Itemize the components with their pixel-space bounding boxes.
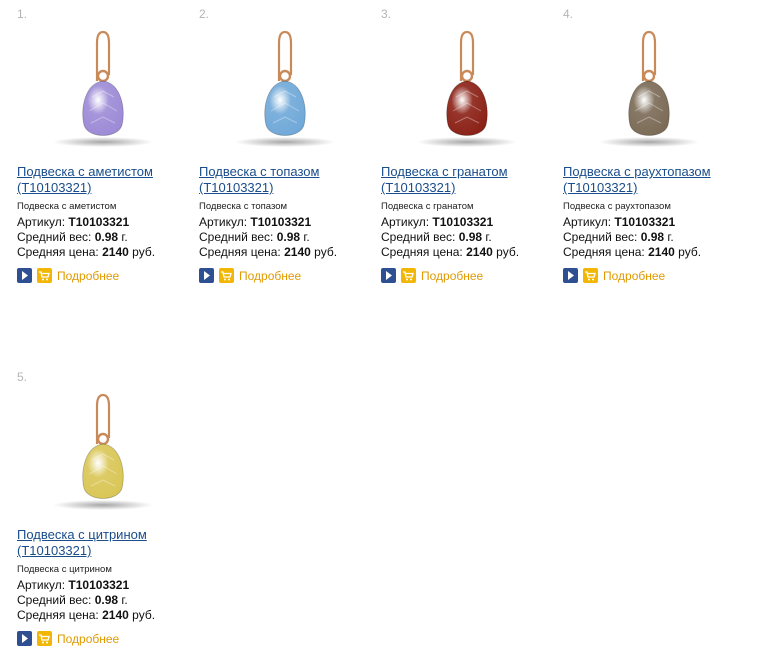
weight-value: 0.98 bbox=[640, 230, 665, 244]
article-value: T10103321 bbox=[614, 215, 676, 229]
arrow-right-icon[interactable] bbox=[563, 268, 578, 283]
product-title-link[interactable]: Подвеска с топазом (T10103321) bbox=[199, 164, 381, 196]
article-line: Артикул: T10103321 bbox=[381, 215, 494, 229]
article-value: T10103321 bbox=[68, 215, 130, 229]
product-subtitle: Подвеска с гранатом bbox=[381, 201, 474, 212]
product-grid: 1. Подвеска с аметистом (T10103321) Подв… bbox=[0, 0, 765, 646]
price-value: 2140 bbox=[466, 245, 493, 259]
more-details-link[interactable]: Подробнее bbox=[603, 269, 665, 283]
product-actions: Подробнее bbox=[563, 268, 665, 283]
price-value: 2140 bbox=[284, 245, 311, 259]
product-subtitle: Подвеска с раухтопазом bbox=[563, 201, 671, 212]
product-actions: Подробнее bbox=[17, 268, 119, 283]
arrow-right-icon[interactable] bbox=[381, 268, 396, 283]
weight-line: Средний вес: 0.98 г. bbox=[17, 230, 128, 244]
weight-line: Средний вес: 0.98 г. bbox=[381, 230, 492, 244]
price-value: 2140 bbox=[102, 608, 129, 622]
article-value: T10103321 bbox=[250, 215, 312, 229]
weight-line: Средний вес: 0.98 г. bbox=[17, 593, 128, 607]
pendant-illustration bbox=[235, 30, 335, 147]
product-image[interactable] bbox=[199, 13, 379, 158]
weight-line: Средний вес: 0.98 г. bbox=[199, 230, 310, 244]
more-details-link[interactable]: Подробнее bbox=[239, 269, 301, 283]
product-image[interactable] bbox=[17, 13, 197, 158]
product-image[interactable] bbox=[17, 376, 197, 521]
product-actions: Подробнее bbox=[381, 268, 483, 283]
arrow-right-icon[interactable] bbox=[17, 631, 32, 646]
product-title-link[interactable]: Подвеска с гранатом (T10103321) bbox=[381, 164, 563, 196]
product-subtitle: Подвеска с аметистом bbox=[17, 201, 117, 212]
cart-icon[interactable] bbox=[37, 268, 52, 283]
price-line: Средняя цена: 2140 руб. bbox=[17, 245, 156, 259]
weight-value: 0.98 bbox=[458, 230, 483, 244]
product-image[interactable] bbox=[381, 13, 561, 158]
article-line: Артикул: T10103321 bbox=[17, 215, 130, 229]
price-line: Средняя цена: 2140 руб. bbox=[381, 245, 520, 259]
weight-line: Средний вес: 0.98 г. bbox=[563, 230, 674, 244]
cart-icon[interactable] bbox=[37, 631, 52, 646]
article-value: T10103321 bbox=[68, 578, 130, 592]
price-line: Средняя цена: 2140 руб. bbox=[199, 245, 338, 259]
product-actions: Подробнее bbox=[199, 268, 301, 283]
price-line: Средняя цена: 2140 руб. bbox=[17, 608, 156, 622]
weight-value: 0.98 bbox=[94, 230, 119, 244]
article-value: T10103321 bbox=[432, 215, 494, 229]
product-title-link[interactable]: Подвеска с раухтопазом (T10103321) bbox=[563, 164, 745, 196]
product-subtitle: Подвеска с цитрином bbox=[17, 564, 112, 575]
product-image[interactable] bbox=[563, 13, 743, 158]
weight-value: 0.98 bbox=[94, 593, 119, 607]
more-details-link[interactable]: Подробнее bbox=[57, 269, 119, 283]
arrow-right-icon[interactable] bbox=[17, 268, 32, 283]
article-line: Артикул: T10103321 bbox=[199, 215, 312, 229]
product-title-link[interactable]: Подвеска с аметистом (T10103321) bbox=[17, 164, 199, 196]
cart-icon[interactable] bbox=[219, 268, 234, 283]
pendant-illustration bbox=[599, 30, 699, 147]
cart-icon[interactable] bbox=[583, 268, 598, 283]
pendant-illustration bbox=[417, 30, 517, 147]
price-value: 2140 bbox=[648, 245, 675, 259]
price-value: 2140 bbox=[102, 245, 129, 259]
pendant-illustration bbox=[53, 393, 153, 510]
article-line: Артикул: T10103321 bbox=[563, 215, 676, 229]
product-subtitle: Подвеска с топазом bbox=[199, 201, 288, 212]
cart-icon[interactable] bbox=[401, 268, 416, 283]
more-details-link[interactable]: Подробнее bbox=[421, 269, 483, 283]
product-actions: Подробнее bbox=[17, 631, 119, 646]
more-details-link[interactable]: Подробнее bbox=[57, 632, 119, 646]
product-title-link[interactable]: Подвеска с цитрином (T10103321) bbox=[17, 527, 199, 559]
price-line: Средняя цена: 2140 руб. bbox=[563, 245, 702, 259]
weight-value: 0.98 bbox=[276, 230, 301, 244]
arrow-right-icon[interactable] bbox=[199, 268, 214, 283]
article-line: Артикул: T10103321 bbox=[17, 578, 130, 592]
pendant-illustration bbox=[53, 30, 153, 147]
